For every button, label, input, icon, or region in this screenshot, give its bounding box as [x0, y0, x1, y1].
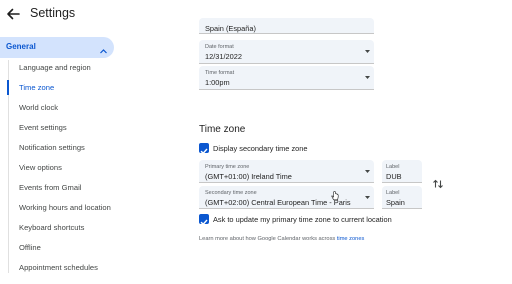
page-title: Settings — [30, 6, 76, 20]
sidebar-general[interactable]: General — [0, 37, 114, 58]
date-format-label: Date format — [205, 44, 234, 50]
secondary-time-zone-value: (GMT+02:00) Central European Time - Pari… — [205, 198, 351, 207]
country-select[interactable]: Spain (España) — [199, 18, 374, 34]
nav-active-indicator — [7, 80, 9, 95]
ask-update-label: Ask to update my primary time zone to cu… — [213, 215, 392, 224]
help-text-body: Learn more about how Google Calendar wor… — [199, 236, 337, 242]
secondary-label-field[interactable]: Label Spain — [382, 186, 422, 209]
secondary-time-zone-label: Secondary time zone — [205, 190, 257, 196]
sidebar-general-label: General — [6, 42, 36, 51]
sidebar-item-notification-settings[interactable]: Notification settings — [19, 143, 85, 152]
primary-label-field-label: Label — [386, 164, 400, 170]
sidebar-item-offline[interactable]: Offline — [19, 243, 41, 252]
sidebar-item-world-clock[interactable]: World clock — [19, 103, 58, 112]
hand-pointer-icon — [331, 188, 339, 201]
sidebar-item-time-zone[interactable]: Time zone — [19, 83, 54, 92]
country-value: Spain (España) — [205, 24, 256, 33]
primary-label-field[interactable]: Label DUB — [382, 160, 422, 183]
secondary-time-zone-select[interactable]: Secondary time zone (GMT+02:00) Central … — [199, 186, 374, 209]
sidebar-item-view-options[interactable]: View options — [19, 163, 62, 172]
dropdown-arrow-icon — [365, 76, 370, 79]
display-secondary-checkbox[interactable] — [199, 143, 209, 155]
primary-time-zone-value: (GMT+01:00) Ireland Time — [205, 172, 292, 181]
sidebar-item-events-from-gmail[interactable]: Events from Gmail — [19, 183, 81, 192]
sidebar-item-keyboard-shortcuts[interactable]: Keyboard shortcuts — [19, 223, 84, 232]
dropdown-arrow-icon — [365, 50, 370, 53]
time-format-label: Time format — [205, 70, 235, 76]
check-icon — [200, 148, 208, 155]
help-text: Learn more about how Google Calendar wor… — [199, 236, 364, 242]
sidebar-item-working-hours[interactable]: Working hours and location — [19, 203, 111, 212]
secondary-label-field-label: Label — [386, 190, 400, 196]
time-format-value: 1:00pm — [205, 78, 230, 87]
dropdown-arrow-icon — [365, 196, 370, 199]
check-icon — [200, 219, 208, 226]
date-format-value: 12/31/2022 — [205, 52, 242, 61]
secondary-label-field-value: Spain — [386, 198, 405, 207]
time-zone-section-title: Time zone — [199, 124, 246, 135]
sidebar-item-appointment-schedules[interactable]: Appointment schedules — [19, 263, 98, 272]
ask-update-checkbox[interactable] — [199, 214, 209, 226]
dropdown-arrow-icon — [365, 170, 370, 173]
time-format-select[interactable]: Time format 1:00pm — [199, 66, 374, 90]
primary-time-zone-select[interactable]: Primary time zone (GMT+01:00) Ireland Ti… — [199, 160, 374, 183]
main-content: Spain (España) Date format 12/31/2022 Ti… — [196, 0, 512, 284]
chevron-up-icon — [99, 43, 108, 54]
primary-time-zone-label: Primary time zone — [205, 164, 250, 170]
primary-label-field-value: DUB — [386, 172, 402, 181]
time-zones-link[interactable]: time zones — [337, 236, 365, 242]
swap-time-zones-icon[interactable] — [432, 177, 444, 189]
date-format-select[interactable]: Date format 12/31/2022 — [199, 40, 374, 64]
sidebar-item-event-settings[interactable]: Event settings — [19, 123, 67, 132]
sidebar-item-language-and-region[interactable]: Language and region — [19, 63, 91, 72]
sidebar: General Language and region Time zone Wo… — [0, 36, 120, 284]
arrow-back-icon[interactable] — [3, 4, 23, 24]
display-secondary-label: Display secondary time zone — [213, 144, 308, 153]
